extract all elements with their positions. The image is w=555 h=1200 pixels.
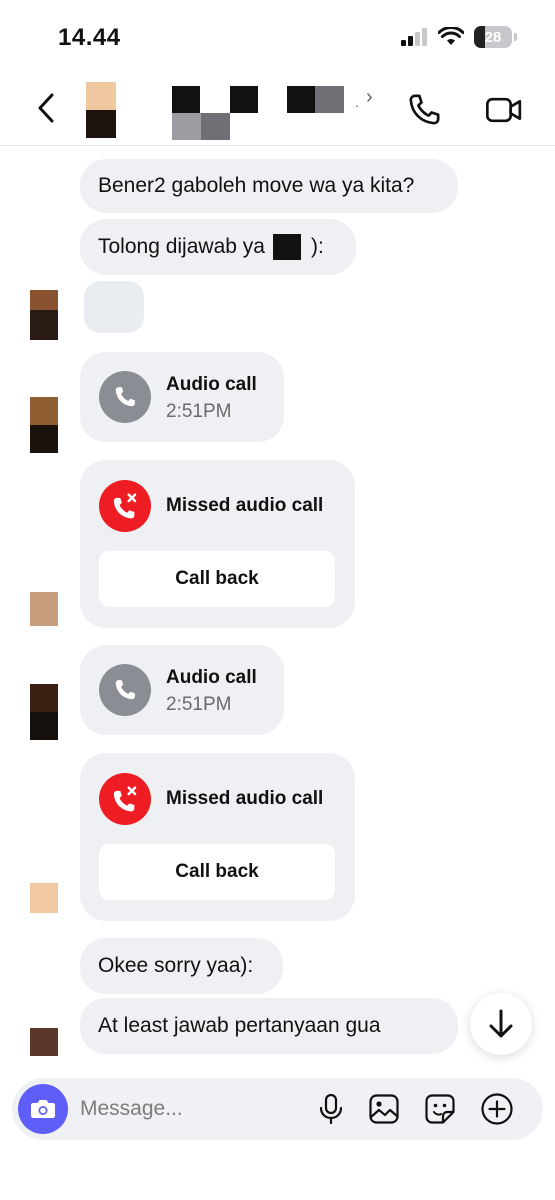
- microphone-icon: [319, 1093, 343, 1125]
- battery-indicator: 28: [474, 26, 512, 48]
- camera-button[interactable]: [18, 1084, 68, 1134]
- missed-call-card: Missed audio call Call back: [80, 753, 355, 921]
- profile-chevron[interactable]: ›: [366, 86, 373, 109]
- voice-call-button[interactable]: [404, 90, 444, 130]
- phone-icon: [115, 680, 135, 700]
- sender-avatar: [30, 883, 58, 913]
- battery-fill: [474, 26, 485, 48]
- avatar-censor-bottom: [86, 110, 116, 138]
- call-time: 2:51PM: [166, 694, 232, 715]
- missed-call-icon-circle: [99, 480, 151, 532]
- message-input[interactable]: [80, 1078, 300, 1140]
- censor-block: [272, 234, 301, 260]
- sender-avatar: [30, 1028, 58, 1056]
- avatar-censor-top: [86, 82, 116, 110]
- missed-call-icon: [113, 786, 137, 812]
- call-title: Audio call: [166, 667, 257, 688]
- call-back-button[interactable]: Call back: [99, 551, 335, 607]
- chat-header: . ›: [0, 72, 555, 146]
- message-text: Bener2 gaboleh move wa ya kita?: [98, 174, 415, 197]
- message-bubble[interactable]: Okee sorry yaa):: [80, 938, 283, 994]
- audio-call-card[interactable]: Audio call 2:51PM: [80, 645, 284, 735]
- back-chevron-icon: [38, 93, 54, 123]
- more-options-button[interactable]: [480, 1092, 514, 1126]
- battery-level: 28: [484, 28, 502, 46]
- phone-icon: [409, 94, 440, 125]
- status-bar: 14.44 28: [0, 0, 555, 72]
- scroll-to-bottom-button[interactable]: [470, 993, 532, 1055]
- missed-call-card: Missed audio call Call back: [80, 460, 355, 628]
- back-button[interactable]: [30, 88, 62, 128]
- call-icon-circle: [99, 664, 151, 716]
- battery-tip: [514, 33, 517, 41]
- sender-avatar: [30, 684, 58, 740]
- sticker-icon: [425, 1094, 455, 1124]
- header-dot: .: [355, 94, 359, 110]
- status-icons: 28: [400, 26, 517, 48]
- message-text: Okee sorry yaa):: [98, 954, 254, 977]
- missed-call-icon: [113, 493, 137, 519]
- wifi-icon: [438, 27, 464, 45]
- message-bubble[interactable]: Tolong dijawab ya ):: [80, 219, 356, 275]
- call-time: 2:51PM: [166, 401, 232, 422]
- message-bubble[interactable]: Bener2 gaboleh move wa ya kita?: [80, 159, 458, 213]
- message-text-part2: ):: [310, 235, 324, 258]
- missed-call-icon-circle: [99, 773, 151, 825]
- call-title: Missed audio call: [166, 788, 324, 809]
- message-bubble-censored[interactable]: [84, 281, 144, 333]
- sticker-button[interactable]: [423, 1092, 457, 1126]
- contact-name-censored[interactable]: [172, 86, 362, 140]
- message-bubble[interactable]: At least jawab pertanyaan gua: [80, 998, 458, 1054]
- call-icon-circle: [99, 371, 151, 423]
- camera-icon: [31, 1100, 55, 1118]
- sender-avatar: [30, 397, 58, 453]
- gallery-button[interactable]: [367, 1092, 401, 1126]
- sender-avatar: [30, 290, 58, 340]
- message-composer: [12, 1078, 543, 1140]
- arrow-down-icon: [489, 1009, 513, 1038]
- message-text: At least jawab pertanyaan gua: [98, 1014, 381, 1037]
- call-title: Missed audio call: [166, 495, 324, 516]
- status-time: 14.44: [58, 24, 121, 51]
- phone-icon: [115, 387, 135, 407]
- video-call-button[interactable]: [484, 90, 524, 130]
- sender-avatar: [30, 592, 58, 626]
- plus-icon: [481, 1093, 513, 1125]
- voice-message-button[interactable]: [314, 1092, 348, 1126]
- message-text-part1: Tolong dijawab ya: [98, 235, 265, 258]
- cellular-signal-icon: [401, 28, 427, 46]
- contact-avatar[interactable]: [86, 82, 116, 138]
- image-icon: [369, 1094, 399, 1124]
- call-back-button[interactable]: Call back: [99, 844, 335, 900]
- video-icon: [486, 97, 522, 123]
- audio-call-card[interactable]: Audio call 2:51PM: [80, 352, 284, 442]
- call-title: Audio call: [166, 374, 257, 395]
